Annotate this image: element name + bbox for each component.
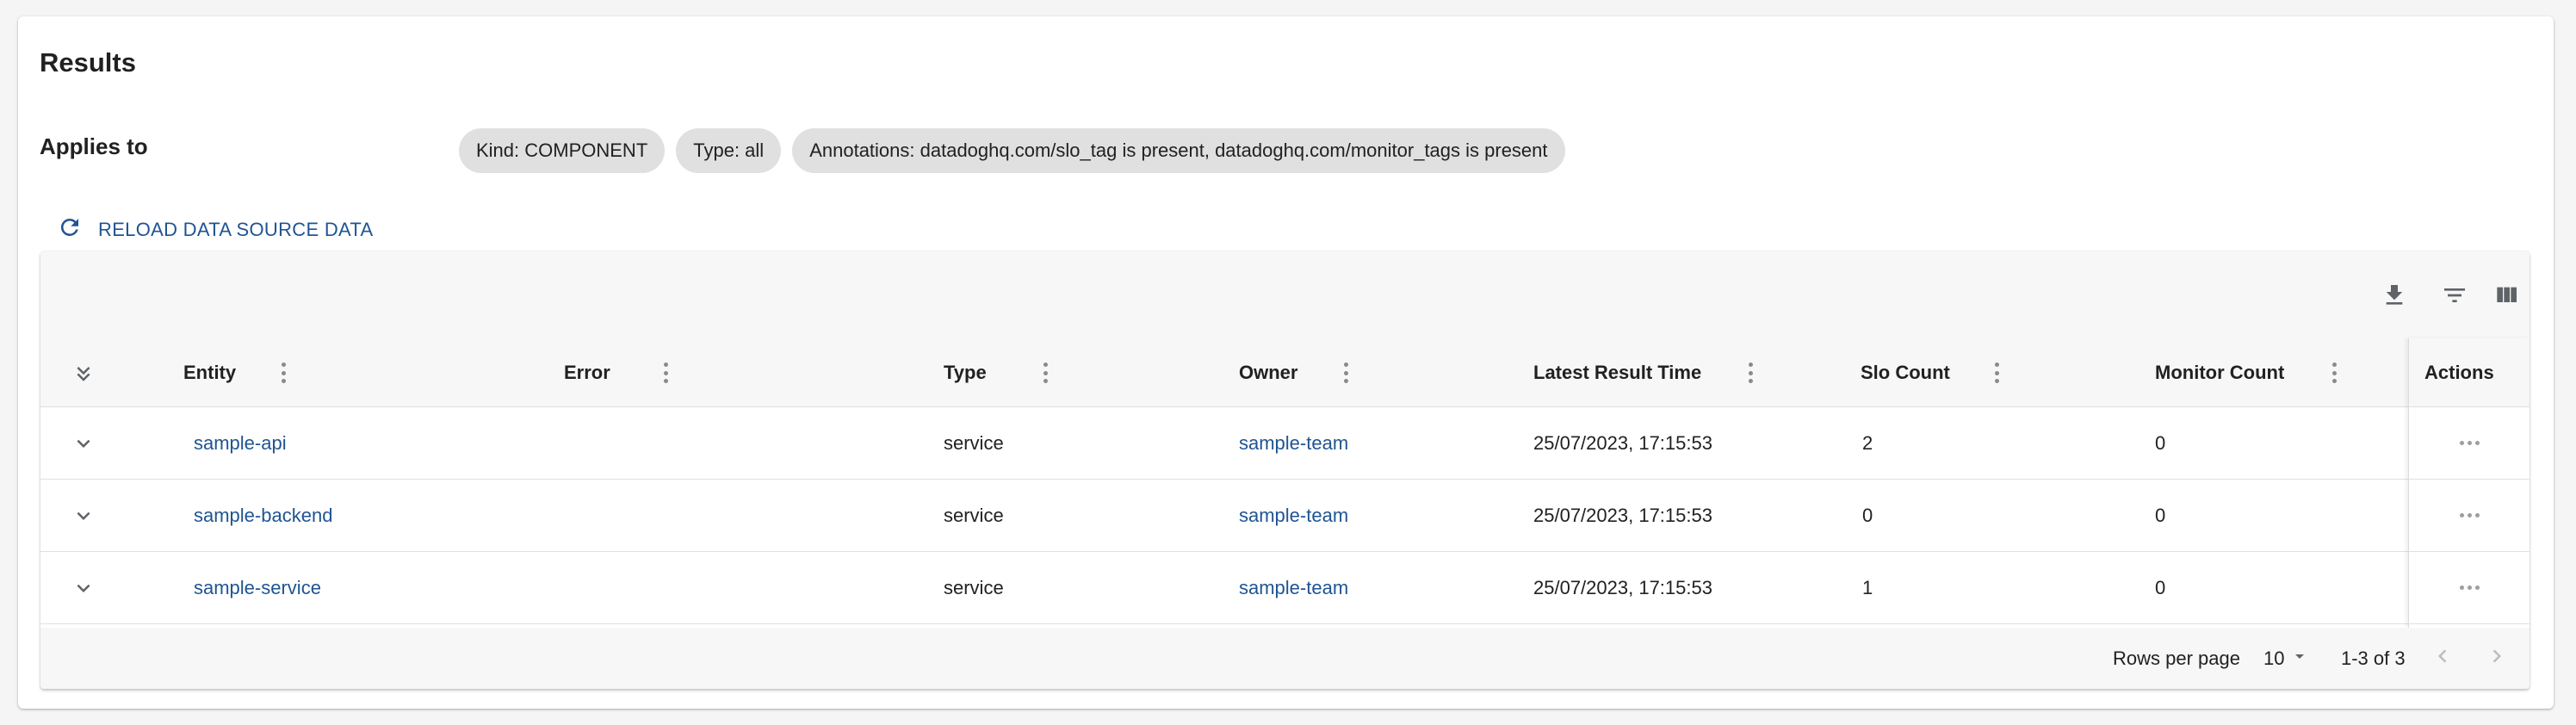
column-menu-icon[interactable] — [1335, 361, 1356, 385]
expand-row-icon[interactable] — [70, 502, 97, 530]
results-table: Entity Error Type Owner Latest Result Ti… — [40, 251, 2530, 689]
column-header-error[interactable]: Error — [564, 338, 610, 407]
more-actions-icon[interactable] — [2453, 506, 2486, 524]
download-icon[interactable] — [2379, 280, 2410, 311]
column-menu-icon[interactable] — [2324, 361, 2344, 385]
latest-result-time-cell: 25/07/2023, 17:15:53 — [1533, 505, 1712, 526]
table-row: sample-api service sample-team 25/07/202… — [40, 407, 2530, 480]
column-header-latest-result-time[interactable]: Latest Result Time — [1533, 338, 1701, 407]
filter-icon[interactable] — [2439, 280, 2470, 311]
column-header-type[interactable]: Type — [944, 338, 987, 407]
rows-per-page-select[interactable]: 10 — [2263, 646, 2310, 672]
reload-data-source-button[interactable]: RELOAD DATA SOURCE DATA — [57, 211, 373, 249]
rows-per-page-value: 10 — [2263, 647, 2285, 669]
table-header-row: Entity Error Type Owner Latest Result Ti… — [40, 338, 2530, 407]
reload-label: RELOAD DATA SOURCE DATA — [98, 219, 374, 240]
results-card: Results Applies to Kind: COMPONENT Type:… — [18, 16, 2554, 709]
slo-count-cell: 0 — [1862, 505, 1873, 526]
actions-column: Actions — [2408, 338, 2530, 628]
expand-row-icon[interactable] — [70, 430, 97, 457]
caret-down-icon — [2289, 646, 2310, 672]
expand-all-icon[interactable] — [70, 360, 97, 387]
chip-kind: Kind: COMPONENT — [459, 128, 666, 173]
table-row: sample-backend service sample-team 25/07… — [40, 480, 2530, 552]
column-menu-icon[interactable] — [655, 361, 676, 385]
chip-annotations: Annotations: datadoghq.com/slo_tag is pr… — [792, 128, 1565, 173]
expand-row-icon[interactable] — [70, 574, 97, 602]
column-header-monitor-count[interactable]: Monitor Count — [2155, 338, 2284, 407]
column-menu-icon[interactable] — [1035, 361, 1056, 385]
more-actions-icon[interactable] — [2453, 579, 2486, 597]
type-cell: service — [944, 577, 1004, 598]
owner-link[interactable]: sample-team — [1239, 505, 1348, 527]
next-page-icon[interactable] — [2484, 643, 2510, 674]
page-title: Results — [40, 47, 136, 77]
entity-link[interactable]: sample-service — [194, 577, 321, 599]
applies-to-chips: Kind: COMPONENT Type: all Annotations: d… — [459, 128, 1565, 173]
column-menu-icon[interactable] — [1740, 361, 1761, 385]
type-cell: service — [944, 505, 1004, 526]
columns-icon[interactable] — [2491, 280, 2522, 311]
row-actions — [2409, 552, 2530, 624]
latest-result-time-cell: 25/07/2023, 17:15:53 — [1533, 432, 1712, 454]
owner-link[interactable]: sample-team — [1239, 432, 1348, 455]
refresh-icon — [57, 214, 83, 245]
more-actions-icon[interactable] — [2453, 434, 2486, 452]
monitor-count-cell: 0 — [2155, 432, 2166, 454]
latest-result-time-cell: 25/07/2023, 17:15:53 — [1533, 577, 1712, 598]
column-header-owner[interactable]: Owner — [1239, 338, 1297, 407]
column-header-slo-count[interactable]: Slo Count — [1861, 338, 1950, 407]
monitor-count-cell: 0 — [2155, 505, 2166, 526]
pagination-footer: Rows per page 10 1-3 of 3 — [40, 628, 2530, 689]
column-menu-icon[interactable] — [273, 361, 294, 385]
column-header-entity[interactable]: Entity — [183, 338, 236, 407]
monitor-count-cell: 0 — [2155, 577, 2166, 598]
applies-to-label: Applies to — [40, 133, 148, 159]
slo-count-cell: 2 — [1862, 432, 1873, 454]
table-toolbar — [40, 251, 2530, 338]
pagination-range: 1-3 of 3 — [2341, 647, 2406, 669]
owner-link[interactable]: sample-team — [1239, 577, 1348, 599]
previous-page-icon[interactable] — [2430, 643, 2455, 674]
column-menu-icon[interactable] — [1986, 361, 2007, 385]
row-actions — [2409, 480, 2530, 552]
table-row: sample-service service sample-team 25/07… — [40, 552, 2530, 624]
type-cell: service — [944, 432, 1004, 454]
entity-link[interactable]: sample-api — [194, 432, 287, 455]
rows-per-page-label: Rows per page — [2113, 647, 2240, 669]
row-actions — [2409, 407, 2530, 480]
column-header-actions: Actions — [2409, 338, 2530, 407]
chip-type: Type: all — [676, 128, 782, 173]
entity-link[interactable]: sample-backend — [194, 505, 332, 527]
slo-count-cell: 1 — [1862, 577, 1873, 598]
